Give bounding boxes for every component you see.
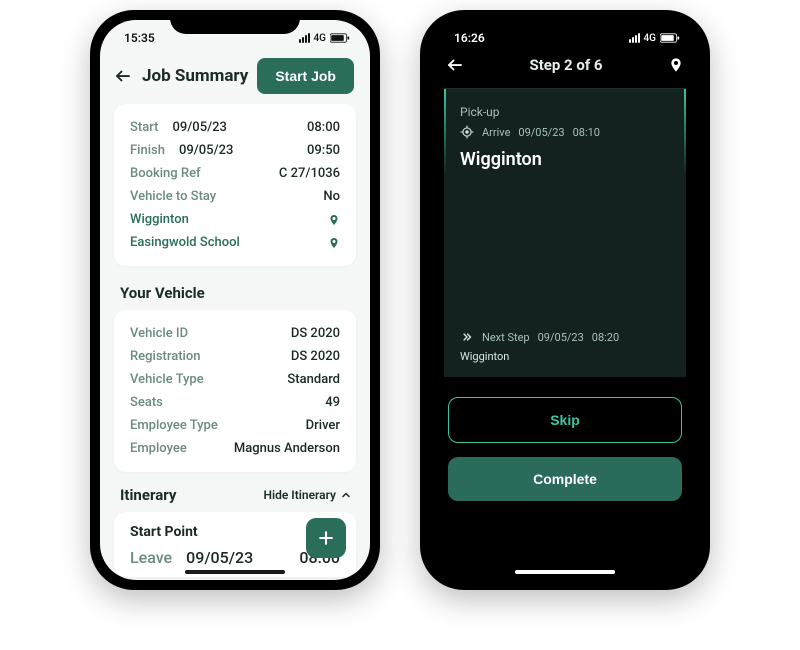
next-step-label: Next Step bbox=[482, 331, 530, 344]
add-step-button[interactable] bbox=[306, 518, 346, 558]
vehicle-id-label: Vehicle ID bbox=[130, 326, 188, 341]
page-header: Job Summary Start Job bbox=[100, 52, 370, 104]
vehicle-type-label: Vehicle Type bbox=[130, 372, 204, 387]
location-2-name: Easingwold School bbox=[130, 235, 240, 250]
registration-label: Registration bbox=[130, 349, 200, 364]
row-booking: Booking Ref C 27/1036 bbox=[130, 162, 340, 185]
row-employee: Employee Magnus Anderson bbox=[130, 437, 340, 460]
next-step-time: 08:20 bbox=[592, 331, 619, 344]
row-vehicle-id: Vehicle ID DS 2020 bbox=[130, 322, 340, 345]
page-title: Job Summary bbox=[142, 66, 248, 86]
stay-label: Vehicle to Stay bbox=[130, 189, 216, 204]
network-label: 4G bbox=[314, 33, 327, 44]
row-start: Start 09/05/23 08:00 bbox=[130, 116, 340, 139]
next-step-row: Next Step 09/05/23 08:20 bbox=[460, 330, 670, 344]
row-finish: Finish 09/05/23 09:50 bbox=[130, 139, 340, 162]
stay-value: No bbox=[323, 189, 340, 204]
map-pin-icon[interactable] bbox=[668, 57, 684, 73]
signal-icon bbox=[629, 33, 640, 43]
row-vehicle-type: Vehicle Type Standard bbox=[130, 368, 340, 391]
next-step-location: Wigginton bbox=[460, 350, 670, 363]
pickup-location: Wigginton bbox=[460, 149, 670, 170]
target-icon bbox=[460, 125, 474, 139]
finish-label: Finish bbox=[130, 143, 165, 158]
signal-icon bbox=[299, 33, 310, 43]
step-card: Pick-up Arrive 09/05/23 08:10 Wigginton … bbox=[444, 88, 686, 377]
leave-date: 09/05/23 bbox=[172, 548, 299, 567]
itinerary-title: Itinerary bbox=[120, 486, 176, 504]
pin-icon bbox=[328, 214, 340, 226]
arrive-row: Arrive 09/05/23 08:10 bbox=[460, 125, 670, 139]
row-vehicle-stay: Vehicle to Stay No bbox=[130, 185, 340, 208]
finish-date: 09/05/23 bbox=[165, 143, 307, 158]
start-date: 09/05/23 bbox=[158, 120, 307, 135]
start-job-button[interactable]: Start Job bbox=[257, 58, 354, 94]
action-buttons: Skip Complete bbox=[430, 377, 700, 501]
vehicle-card: Vehicle ID DS 2020 Registration DS 2020 … bbox=[114, 310, 356, 472]
hide-itinerary-toggle[interactable]: Hide Itinerary bbox=[263, 488, 352, 502]
itinerary-step-card: Start Point Leave 09/05/23 08:00 bbox=[114, 512, 356, 577]
vehicle-id-value: DS 2020 bbox=[291, 326, 340, 341]
employee-type-value: Driver bbox=[306, 418, 340, 433]
home-indicator[interactable] bbox=[515, 570, 615, 574]
battery-icon bbox=[330, 33, 350, 43]
next-step-date: 09/05/23 bbox=[538, 331, 584, 344]
step-title: Step 2 of 6 bbox=[464, 56, 668, 74]
row-seats: Seats 49 bbox=[130, 391, 340, 414]
arrive-date: 09/05/23 bbox=[518, 126, 564, 139]
skip-button[interactable]: Skip bbox=[448, 397, 682, 443]
summary-card: Start 09/05/23 08:00 Finish 09/05/23 09:… bbox=[114, 104, 356, 266]
home-indicator[interactable] bbox=[185, 570, 285, 574]
employee-value: Magnus Anderson bbox=[234, 441, 340, 456]
network-label: 4G bbox=[644, 33, 657, 44]
location-row-2[interactable]: Easingwold School bbox=[130, 231, 340, 254]
leave-label: Leave bbox=[130, 548, 172, 567]
booking-label: Booking Ref bbox=[130, 166, 201, 181]
finish-time: 09:50 bbox=[307, 143, 340, 158]
back-arrow-icon[interactable] bbox=[446, 56, 464, 74]
booking-value: C 27/1036 bbox=[279, 166, 340, 181]
complete-button[interactable]: Complete bbox=[448, 457, 682, 501]
registration-value: DS 2020 bbox=[291, 349, 340, 364]
pickup-label: Pick-up bbox=[460, 105, 670, 119]
page-header: Step 2 of 6 bbox=[430, 52, 700, 84]
start-label: Start bbox=[130, 120, 158, 135]
employee-type-label: Employee Type bbox=[130, 418, 218, 433]
chevron-up-icon bbox=[340, 489, 352, 501]
seats-value: 49 bbox=[325, 395, 340, 410]
chevrons-right-icon bbox=[460, 330, 474, 344]
battery-icon bbox=[660, 33, 680, 43]
seats-label: Seats bbox=[130, 395, 163, 410]
row-employee-type: Employee Type Driver bbox=[130, 414, 340, 437]
arrive-time: 08:10 bbox=[573, 126, 600, 139]
location-1-name: Wigginton bbox=[130, 212, 189, 227]
vehicle-section-title: Your Vehicle bbox=[100, 278, 370, 310]
plus-icon bbox=[316, 528, 336, 548]
status-time: 15:35 bbox=[124, 31, 155, 45]
hide-itinerary-label: Hide Itinerary bbox=[263, 488, 336, 502]
pin-icon bbox=[328, 237, 340, 249]
start-time: 08:00 bbox=[307, 120, 340, 135]
vehicle-type-value: Standard bbox=[287, 372, 340, 387]
location-row-1[interactable]: Wigginton bbox=[130, 208, 340, 231]
arrive-label: Arrive bbox=[482, 126, 510, 139]
row-registration: Registration DS 2020 bbox=[130, 345, 340, 368]
back-arrow-icon[interactable] bbox=[114, 67, 132, 85]
status-time: 16:26 bbox=[454, 31, 485, 45]
employee-label: Employee bbox=[130, 441, 187, 456]
